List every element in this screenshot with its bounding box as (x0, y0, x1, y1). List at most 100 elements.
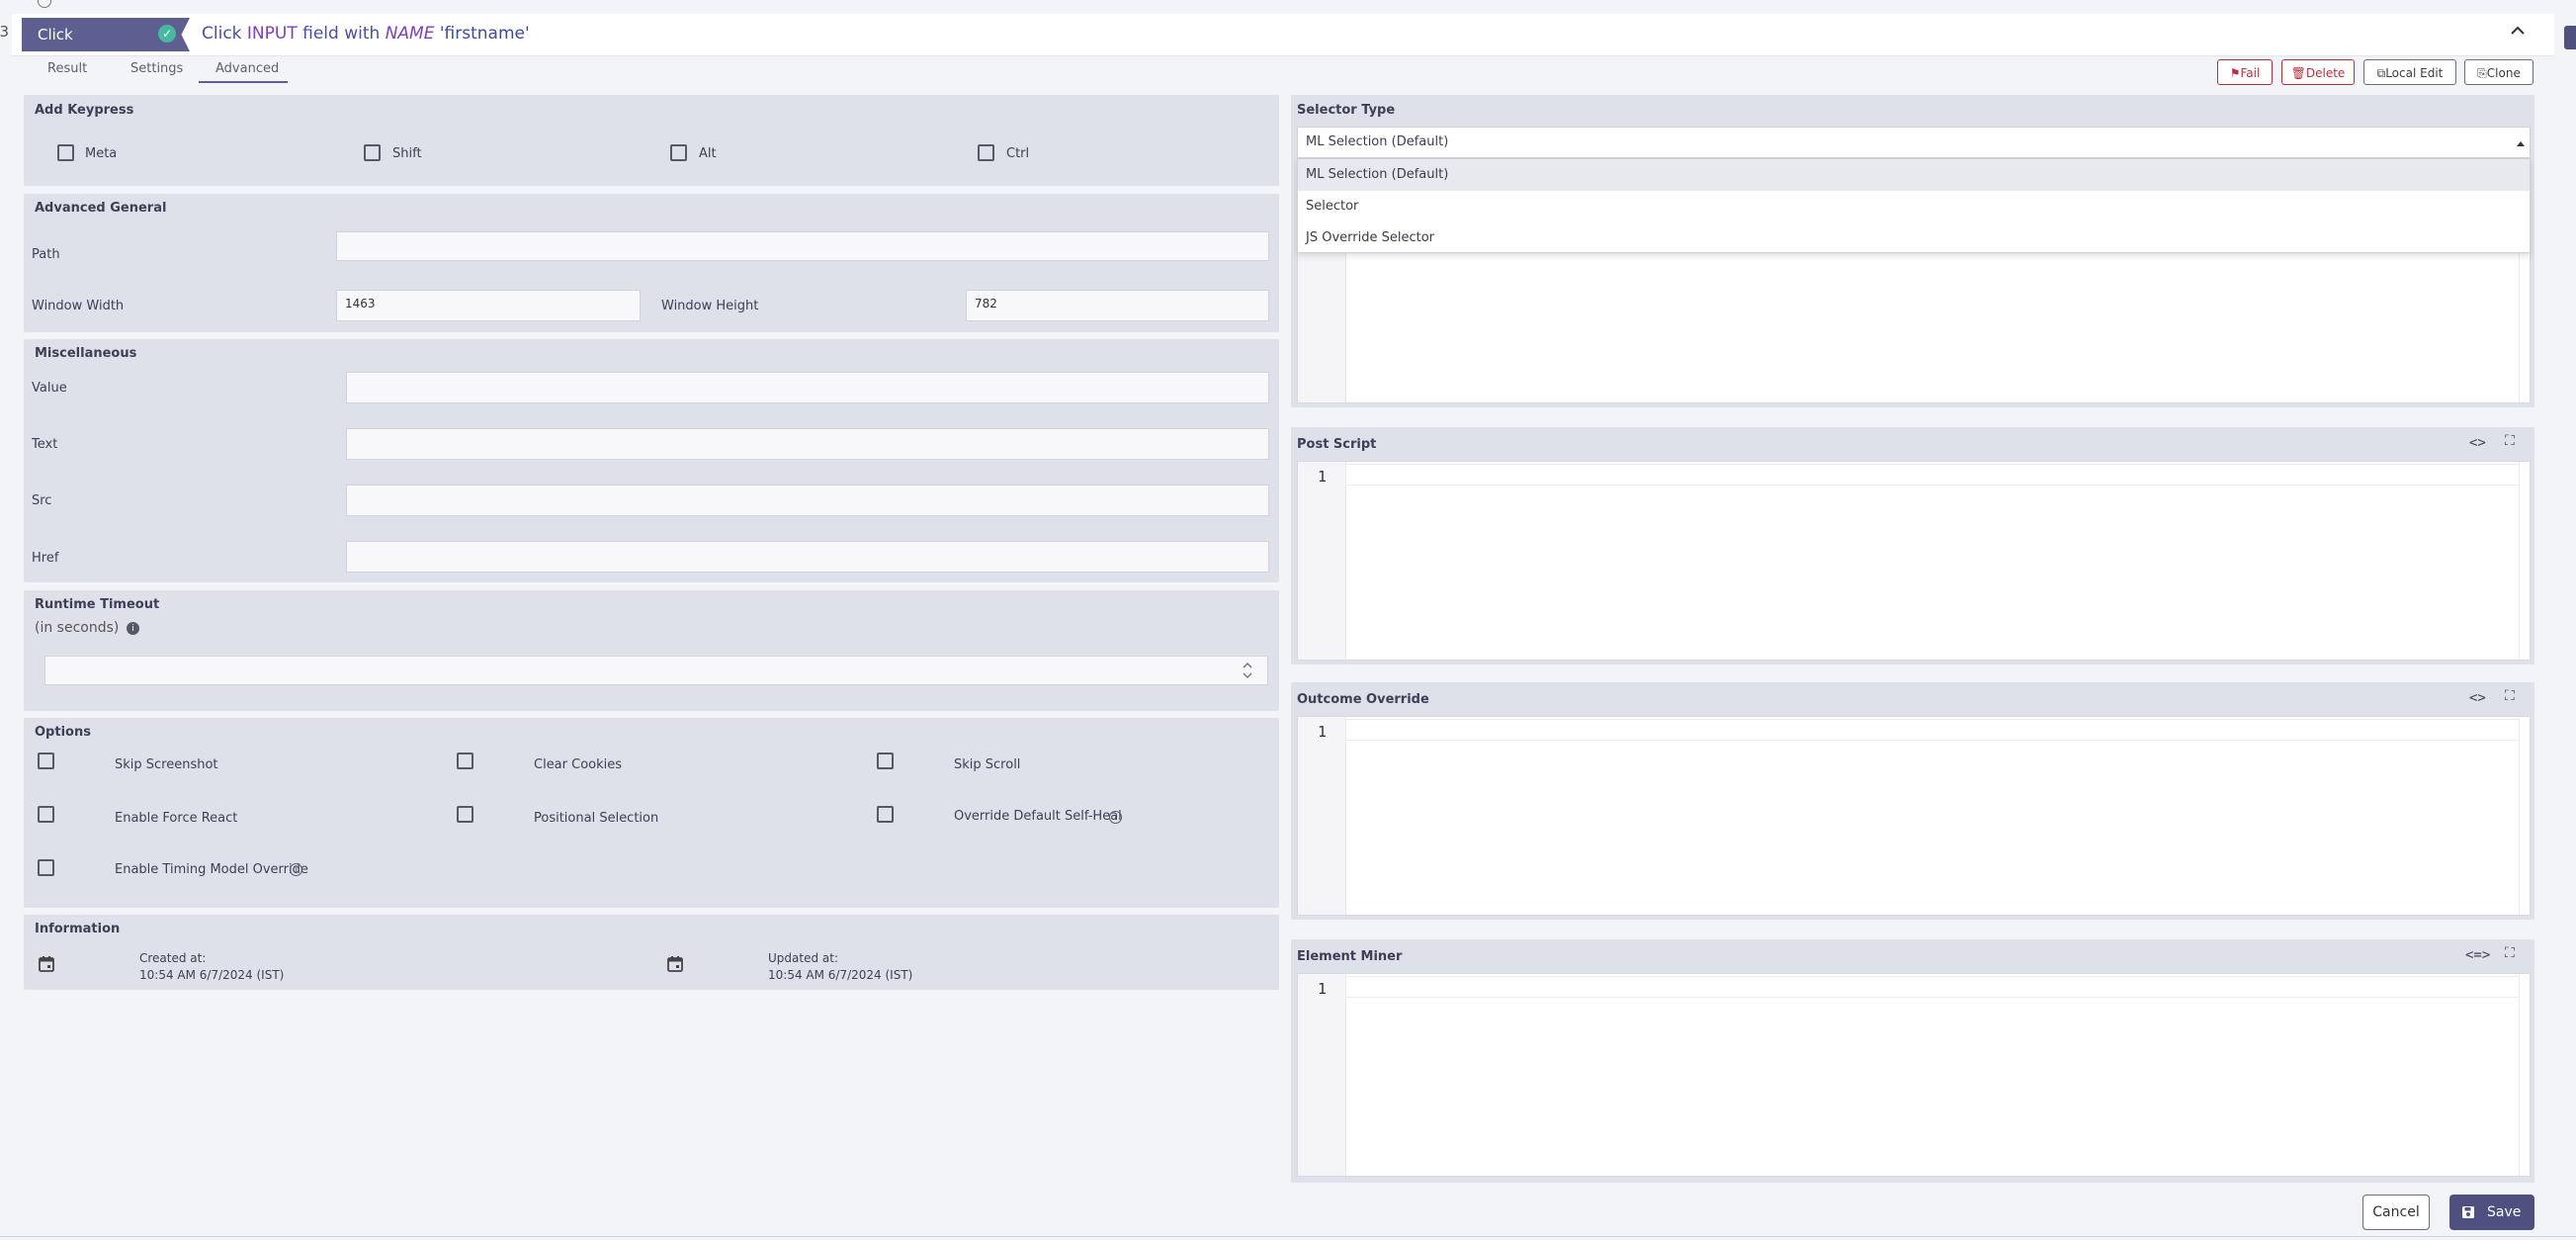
option-selector[interactable]: Selector (1298, 191, 2530, 222)
enable-force-react-label: Enable Force React (115, 811, 238, 826)
selector-type-value: ML Selection (Default) (1306, 134, 1449, 149)
created-value: 10:54 AM 6/7/2024 (IST) (139, 968, 285, 982)
info-icon[interactable]: i (127, 622, 139, 635)
clear-cookies-label: Clear Cookies (534, 757, 623, 772)
options-title: Options (35, 725, 91, 740)
code-icon[interactable]: <> (2469, 435, 2486, 451)
expand-icon[interactable]: ⛶ (2505, 688, 2515, 704)
tab-settings[interactable]: Settings (130, 61, 183, 76)
alt-checkbox[interactable] (670, 144, 687, 161)
override-self-heal-label: Override Default Self-Heal (954, 809, 1122, 824)
positional-selection-checkbox[interactable] (457, 806, 473, 823)
selector-type-select[interactable]: ML Selection (Default) (1297, 127, 2531, 158)
information-title: Information (35, 922, 121, 936)
element-miner-editor[interactable]: 1 (1297, 973, 2531, 1177)
override-self-heal-checkbox[interactable] (877, 806, 894, 823)
save-button[interactable]: Save (2449, 1195, 2534, 1230)
top-circle-icon (38, 0, 51, 8)
tab-active-indicator (199, 81, 288, 83)
clone-button[interactable]: ⎘Clone (2464, 59, 2533, 85)
title-value: 'firstname' (439, 24, 530, 44)
expand-icon[interactable]: ⛶ (2505, 433, 2515, 449)
line-number: 1 (1318, 980, 1328, 998)
title-prefix: Click (202, 24, 242, 44)
meta-label: Meta (85, 146, 118, 161)
ctrl-checkbox[interactable] (978, 144, 994, 161)
runtime-title: Runtime Timeout (35, 597, 160, 612)
window-width-input[interactable]: 1463 (336, 290, 641, 321)
delete-label: Delete (2305, 66, 2346, 80)
spinner-arrows-icon[interactable] (1242, 661, 1253, 680)
advanced-general-title: Advanced General (35, 201, 167, 216)
enable-force-react-checkbox[interactable] (38, 806, 54, 823)
post-script-editor[interactable]: 1 (1297, 461, 2531, 661)
tab-advanced[interactable]: Advanced (215, 61, 279, 76)
selector-editor[interactable] (1297, 237, 2531, 403)
window-height-input[interactable]: 782 (966, 290, 1269, 321)
misc-title: Miscellaneous (35, 346, 137, 361)
local-edit-button[interactable]: ⧉Local Edit (2363, 59, 2456, 85)
right-edge-tab (2564, 26, 2576, 49)
local-edit-label: Local Edit (2385, 66, 2444, 80)
clone-label: Clone (2486, 66, 2521, 80)
runtime-timeout-input[interactable] (44, 656, 1268, 685)
outcome-override-editor[interactable]: 1 (1297, 716, 2531, 916)
floppy-disk-icon (2462, 1206, 2474, 1218)
calendar-icon (39, 956, 54, 972)
runtime-panel (24, 590, 1279, 711)
src-label: Src (32, 493, 52, 508)
edit-icon: ⧉ (2376, 66, 2386, 80)
window-height-label: Window Height (661, 299, 759, 313)
copy-icon: ⎘ (2477, 66, 2487, 80)
fail-button[interactable]: ⚑Fail (2217, 59, 2273, 85)
selector-type-title: Selector Type (1297, 103, 1396, 118)
timing-model-override-checkbox[interactable] (38, 859, 54, 876)
meta-checkbox[interactable] (57, 144, 74, 161)
title-mid: field with (302, 24, 381, 44)
fail-label: Fail (2240, 66, 2261, 80)
value-input[interactable] (346, 372, 1269, 403)
title-tag: INPUT (246, 24, 298, 44)
skip-scroll-checkbox[interactable] (877, 753, 894, 769)
skip-screenshot-label: Skip Screenshot (115, 757, 218, 772)
chevron-up-icon[interactable] (2509, 24, 2527, 38)
delete-button[interactable]: 🗑Delete (2281, 59, 2355, 85)
step-number: 13 (0, 23, 10, 41)
value-label: Value (32, 381, 67, 396)
info-icon[interactable]: i (1109, 811, 1122, 824)
keypress-title: Add Keypress (35, 103, 134, 118)
code-icon[interactable]: <> (2469, 690, 2486, 706)
option-ml-selection[interactable]: ML Selection (Default) (1298, 159, 2530, 191)
code-miner-icon[interactable]: <=> (2465, 947, 2490, 963)
ctrl-label: Ctrl (1006, 146, 1030, 161)
shift-label: Shift (392, 146, 422, 161)
selector-type-options: ML Selection (Default) Selector JS Overr… (1297, 158, 2531, 253)
clear-cookies-checkbox[interactable] (457, 753, 473, 769)
updated-value: 10:54 AM 6/7/2024 (IST) (768, 968, 913, 982)
info-icon[interactable]: i (290, 863, 302, 876)
text-input[interactable] (346, 428, 1269, 460)
src-input[interactable] (346, 485, 1269, 516)
caret-up-icon (2517, 141, 2525, 146)
window-width-label: Window Width (32, 299, 125, 313)
timing-model-override-label: Enable Timing Model Override (115, 862, 308, 877)
post-script-title: Post Script (1297, 437, 1377, 452)
step-type-badge: Click ✓ (22, 18, 190, 51)
option-js-override[interactable]: JS Override Selector (1298, 222, 2530, 254)
path-input[interactable] (336, 231, 1269, 261)
runtime-subtitle: (in seconds) (35, 620, 120, 636)
title-attr: NAME (385, 24, 435, 44)
alt-label: Alt (699, 146, 717, 161)
page-bottom-divider (0, 1236, 2576, 1237)
skip-scroll-label: Skip Scroll (954, 757, 1021, 772)
shift-checkbox[interactable] (364, 144, 381, 161)
element-miner-title: Element Miner (1297, 949, 1403, 964)
expand-icon[interactable]: ⛶ (2505, 945, 2515, 961)
cancel-button[interactable]: Cancel (2362, 1195, 2430, 1230)
flag-icon: ⚑ (2229, 66, 2241, 80)
tab-result[interactable]: Result (47, 61, 87, 76)
href-input[interactable] (346, 541, 1269, 573)
positional-selection-label: Positional Selection (534, 811, 659, 826)
step-title: Click INPUT field with NAME 'firstname' (202, 24, 530, 44)
skip-screenshot-checkbox[interactable] (38, 753, 54, 769)
